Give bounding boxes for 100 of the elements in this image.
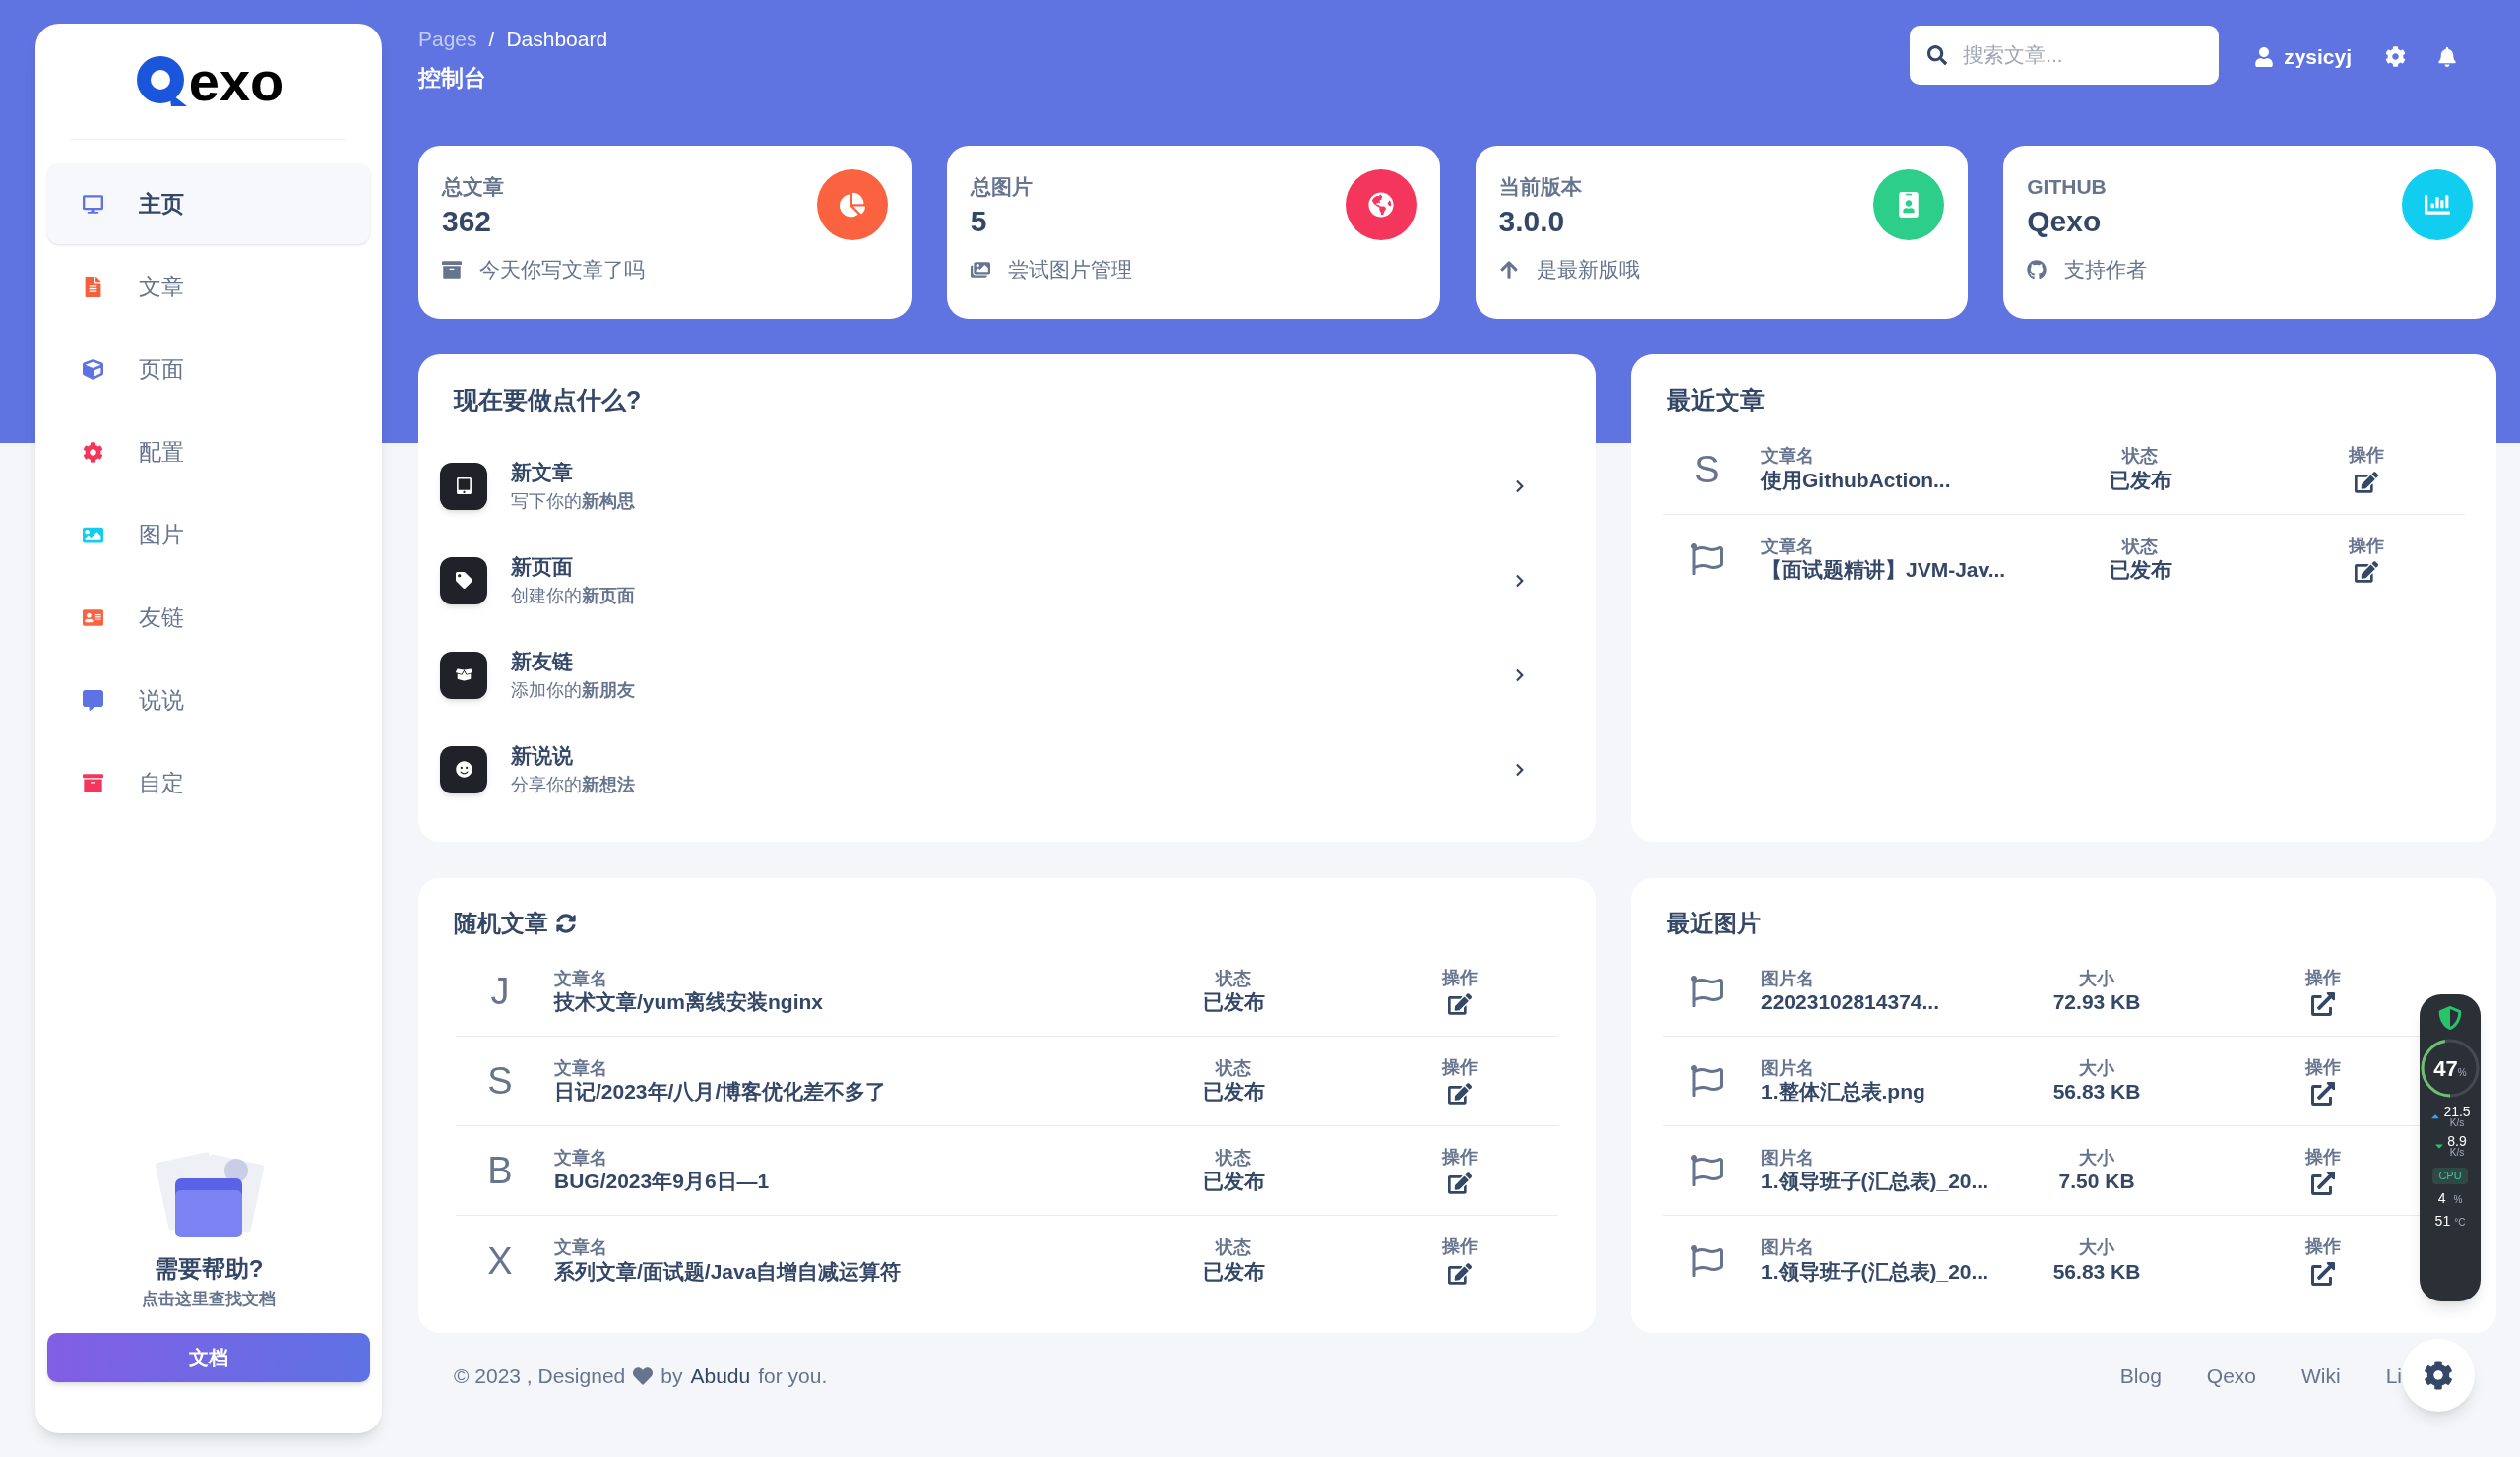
action-item[interactable]: 新文章 写下你的新构思 <box>440 438 1574 534</box>
unit-label: K/s <box>2449 1148 2465 1158</box>
settings-icon <box>2424 1361 2453 1390</box>
docs-button[interactable]: 文档 <box>47 1333 370 1382</box>
file-size: 56.83 KB <box>2052 1079 2141 1106</box>
action-subtitle: 创建你的新页面 <box>511 584 635 607</box>
logo-text: exo <box>188 53 284 109</box>
nav-item[interactable]: 文章 <box>47 246 370 327</box>
stat-label: GITHUB <box>2027 174 2107 200</box>
column-label: 操作 <box>1442 966 1478 989</box>
action-title: 新说说 <box>511 743 574 770</box>
edit-icon[interactable] <box>1448 1082 1472 1107</box>
column-label: 操作 <box>1442 1145 1478 1169</box>
flag-icon <box>1691 976 1723 1007</box>
action-subtitle: 添加你的新朋友 <box>511 678 635 702</box>
author-link[interactable]: Abudu <box>690 1361 751 1392</box>
upload-speed: 21.5 <box>2443 1105 2471 1118</box>
column-label: 操作 <box>1442 1055 1478 1079</box>
breadcrumb-link[interactable]: Pages <box>418 24 477 55</box>
stat-label: 总文章 <box>442 174 504 200</box>
footer-link[interactable]: Qexo <box>2206 1361 2257 1392</box>
column-label: 状态 <box>2122 535 2159 558</box>
images-icon <box>970 259 990 280</box>
avatar-letter: S <box>486 1062 514 1100</box>
action-subtitle: 分享你的新想法 <box>511 773 635 796</box>
footer-text: for you. <box>758 1363 828 1389</box>
memory-percent: 47 <box>2433 1054 2458 1083</box>
nav-item[interactable]: 图片 <box>47 494 370 575</box>
card-title: 随机文章 <box>454 909 548 938</box>
flag-icon <box>1691 1065 1723 1097</box>
heart-icon <box>633 1365 654 1386</box>
stat-label: 当前版本 <box>1498 174 1582 200</box>
flag-icon <box>1691 1244 1723 1277</box>
search-field[interactable]: 搜索文章... <box>1910 26 2220 85</box>
edit-icon[interactable] <box>1448 992 1472 1017</box>
column-label: 状态 <box>1216 967 1251 990</box>
column-label: 大小 <box>2079 967 2115 990</box>
column-label: 文章名 <box>1761 445 1815 468</box>
edit-icon[interactable] <box>2355 560 2379 585</box>
avatar-letter: J <box>489 973 511 1010</box>
archive-icon <box>442 259 462 280</box>
settings-button[interactable] <box>2402 1339 2475 1412</box>
post-status: 已发布 <box>1202 1258 1265 1285</box>
nav-item[interactable]: 主页 <box>47 163 370 244</box>
footer-link[interactable]: Blog <box>2119 1361 2162 1392</box>
column-label: 状态 <box>1216 1236 1251 1259</box>
edit-icon[interactable] <box>2355 470 2379 494</box>
pie-chart-icon <box>839 192 865 218</box>
post-title: 日记/2023年/八月/博客优化差不多了 <box>554 1079 888 1106</box>
notification-icon[interactable] <box>2437 46 2458 67</box>
user-name[interactable]: zysicyj <box>2284 41 2353 73</box>
footer-link[interactable]: Li <box>2385 1361 2403 1392</box>
image-name: 1.领导班子(汇总表)_20... <box>1761 1169 1989 1195</box>
action-title: 新友链 <box>511 649 574 675</box>
globe-icon <box>1367 192 1394 218</box>
column-label: 文章名 <box>554 1146 608 1170</box>
column-label: 操作 <box>2349 444 2385 467</box>
arrow-up-icon <box>1498 259 1519 280</box>
settings-icon[interactable] <box>2385 46 2407 68</box>
column-label: 状态 <box>1216 1056 1251 1080</box>
refresh-icon[interactable] <box>556 914 576 933</box>
nav-item[interactable]: 说说 <box>47 660 370 740</box>
column-label: 状态 <box>2122 445 2159 468</box>
action-item[interactable]: 新页面 创建你的新页面 <box>440 533 1574 628</box>
file-size: 7.50 KB <box>2058 1169 2135 1195</box>
nav-item[interactable]: 友链 <box>47 577 370 658</box>
help-subtitle: 点击这里查找文档 <box>142 1288 276 1310</box>
footer-link[interactable]: Wiki <box>2301 1361 2341 1392</box>
edit-icon[interactable] <box>1448 1172 1472 1196</box>
action-item[interactable]: 新友链 添加你的新朋友 <box>440 627 1574 723</box>
open-link-icon[interactable] <box>2311 1172 2336 1196</box>
open-link-icon[interactable] <box>2311 992 2336 1017</box>
nav-item[interactable]: 页面 <box>47 329 370 410</box>
post-title: BUG/2023年9月6日—1 <box>554 1169 771 1195</box>
avatar-letter: X <box>486 1241 514 1280</box>
post-status: 已发布 <box>2109 557 2172 584</box>
column-label: 操作 <box>2305 966 2342 989</box>
gauge-ring <box>2420 1038 2481 1099</box>
column-label: 状态 <box>1216 1146 1251 1170</box>
column-label: 大小 <box>2079 1146 2115 1170</box>
nav-item[interactable]: 配置 <box>47 412 370 492</box>
page-title: 控制台 <box>418 63 487 93</box>
column-label: 图片名 <box>1761 967 1815 990</box>
post-title: 系列文章/面试题/Java自增自减运算符 <box>554 1258 903 1285</box>
post-status: 已发布 <box>1202 1169 1265 1195</box>
edit-icon[interactable] <box>1448 1261 1472 1286</box>
breadcrumb-separator: / <box>488 27 495 52</box>
footer-text: © 2023 , Designed <box>454 1363 626 1389</box>
column-label: 图片名 <box>1761 1056 1815 1080</box>
column-label: 大小 <box>2079 1056 2115 1080</box>
unit-label: °C <box>2454 1215 2466 1230</box>
open-link-icon[interactable] <box>2311 1082 2336 1107</box>
card-title: 最近图片 <box>1667 909 1762 938</box>
post-title: 技术文章/yum离线安装nginx <box>554 989 824 1016</box>
nav-item[interactable]: 自定 <box>47 742 370 823</box>
open-link-icon[interactable] <box>2311 1261 2336 1286</box>
post-title: 【面试题精讲】JVM-Jav... <box>1761 557 2007 584</box>
cpu-temperature: 51 <box>2434 1211 2451 1231</box>
action-item[interactable]: 新说说 分享你的新想法 <box>440 722 1574 817</box>
stat-footer-text: 尝试图片管理 <box>1007 257 1132 283</box>
